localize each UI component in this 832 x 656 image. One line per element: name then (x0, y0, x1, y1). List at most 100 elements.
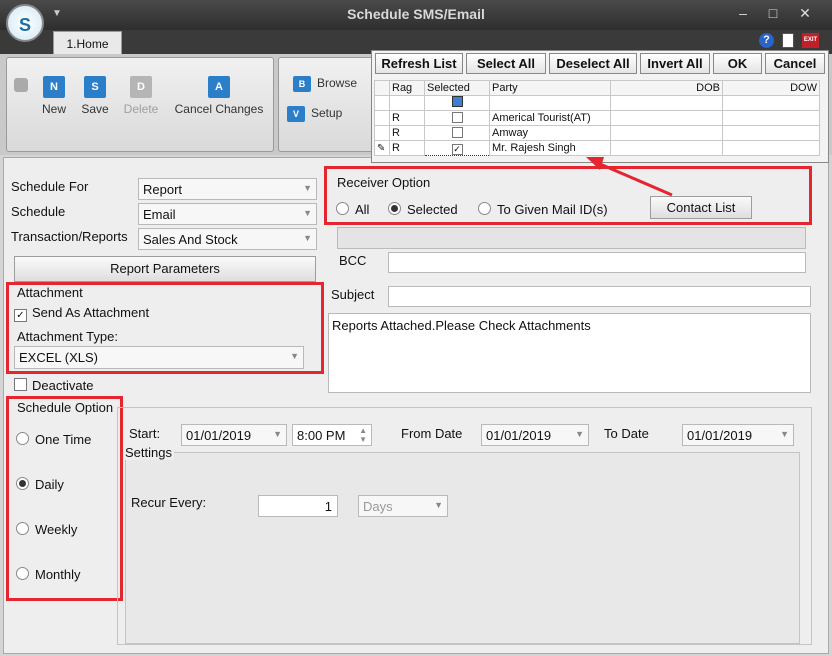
attachment-group-label: Attachment (17, 285, 83, 300)
schedule-select[interactable]: Email ▼ (138, 203, 317, 225)
transaction-reports-select[interactable]: Sales And Stock ▼ (138, 228, 317, 250)
document-icon[interactable] (782, 33, 794, 48)
chevron-down-icon: ▼ (303, 183, 312, 193)
message-body-textarea[interactable]: Reports Attached.Please Check Attachment… (328, 313, 811, 393)
weekly-label: Weekly (35, 522, 78, 537)
subject-label: Subject (331, 287, 375, 302)
chevron-down-icon: ▼ (434, 500, 443, 510)
row-indicator (374, 95, 390, 111)
cancel-changes-button[interactable]: A Cancel Changes (170, 76, 268, 116)
to-date-picker[interactable]: 01/01/2019 ▼ (682, 424, 794, 446)
select-all-button[interactable]: Select All (466, 53, 546, 74)
invert-all-button[interactable]: Invert All (640, 53, 710, 74)
new-label: New (41, 102, 66, 116)
delete-icon: D (130, 76, 152, 98)
setup-label: Setup (311, 106, 343, 121)
radio-icon (16, 567, 29, 580)
ok-button[interactable]: OK (713, 53, 762, 74)
deselect-all-button[interactable]: Deselect All (549, 53, 637, 74)
radio-icon (336, 202, 349, 215)
party-cell: Americal Tourist(AT) (489, 110, 611, 126)
receiver-option-group-label: Receiver Option (337, 175, 431, 190)
send-as-attachment-checkbox[interactable]: ✓ Send As Attachment (14, 305, 149, 322)
filter-cell[interactable] (722, 95, 820, 111)
schedule-option-one-time[interactable]: One Time (16, 432, 91, 447)
report-parameters-button[interactable]: Report Parameters (14, 256, 316, 282)
subject-input[interactable] (388, 286, 811, 307)
lock-icon (14, 78, 28, 92)
schedule-value: Email (143, 207, 176, 222)
bcc-input[interactable] (388, 252, 806, 273)
minimize-button[interactable]: – (733, 5, 753, 21)
attachment-type-select[interactable]: EXCEL (XLS) ▼ (14, 346, 304, 369)
filter-cell[interactable] (489, 95, 611, 111)
start-label: Start: (129, 426, 161, 441)
schedule-option-daily[interactable]: Daily (16, 477, 64, 492)
contact-grid: Rag Selected Party DOB DOW R Americal To… (374, 80, 820, 156)
recur-every-input[interactable]: 1 (258, 495, 338, 517)
filter-cell[interactable] (610, 95, 723, 111)
receiver-option-all[interactable]: All (336, 202, 369, 217)
schedule-for-select[interactable]: Report ▼ (138, 178, 317, 200)
browse-button[interactable]: B Browse (293, 76, 373, 92)
selected-checkbox[interactable] (424, 125, 490, 141)
column-header-party[interactable]: Party (489, 80, 611, 96)
send-as-attachment-label: Send As Attachment (32, 305, 150, 320)
dob-cell (610, 125, 723, 141)
receiver-selected-label: Selected (407, 202, 458, 217)
table-row[interactable]: R Americal Tourist(AT) (374, 110, 820, 126)
tab-home[interactable]: 1.Home (53, 31, 122, 55)
table-row[interactable]: R Amway (374, 125, 820, 141)
chevron-down-icon: ▼ (290, 351, 299, 361)
dob-cell (610, 110, 723, 126)
selected-checkbox[interactable]: ✓ (424, 140, 490, 156)
spinner-icon: ▲ ▼ (359, 426, 367, 444)
cancel-button[interactable]: Cancel (765, 53, 825, 74)
browse-label: Browse (317, 76, 358, 91)
save-button[interactable]: S Save (77, 76, 113, 116)
setup-icon: V (287, 106, 305, 122)
selected-checkbox[interactable] (424, 110, 490, 126)
exit-icon[interactable]: EXIT (802, 33, 819, 48)
column-header-dob[interactable]: DOB (610, 80, 723, 96)
start-date-picker[interactable]: 01/01/2019 ▼ (181, 424, 287, 446)
monthly-label: Monthly (35, 567, 81, 582)
from-date-picker[interactable]: 01/01/2019 ▼ (481, 424, 589, 446)
receiver-option-given-mail[interactable]: To Given Mail ID(s) (478, 202, 608, 217)
row-indicator (374, 110, 390, 126)
recipient-display-field[interactable] (337, 227, 806, 249)
new-button[interactable]: N New (36, 76, 72, 116)
maximize-button[interactable]: □ (763, 5, 783, 21)
delete-button[interactable]: D Delete (119, 76, 163, 116)
settings-group (125, 452, 800, 644)
dow-cell (722, 140, 820, 156)
start-date-value: 01/01/2019 (186, 428, 252, 443)
column-header-selected[interactable]: Selected (424, 80, 490, 96)
schedule-option-monthly[interactable]: Monthly (16, 567, 81, 582)
filter-cell[interactable] (389, 95, 425, 111)
receiver-option-selected[interactable]: Selected (388, 202, 458, 217)
help-icon[interactable]: ? (759, 33, 774, 48)
window-title: Schedule SMS/Email (347, 6, 485, 22)
save-label: Save (81, 102, 109, 116)
party-cell: Amway (489, 125, 611, 141)
chevron-down-icon: ▼ (780, 429, 789, 439)
close-button[interactable]: ✕ (795, 5, 815, 22)
to-date-value: 01/01/2019 (687, 428, 753, 443)
delete-label: Delete (123, 102, 159, 116)
select-all-checkbox[interactable] (424, 95, 490, 111)
schedule-for-value: Report (143, 182, 183, 197)
dow-cell (722, 110, 820, 126)
refresh-list-button[interactable]: Refresh List (375, 53, 463, 74)
schedule-for-label: Schedule For (11, 179, 89, 194)
schedule-option-weekly[interactable]: Weekly (16, 522, 77, 537)
recur-unit-select[interactable]: Days ▼ (358, 495, 448, 517)
start-time-spinner[interactable]: 8:00 PM ▲ ▼ (292, 424, 372, 446)
app-logo-icon[interactable]: S (6, 4, 44, 42)
column-header-dow[interactable]: DOW (722, 80, 820, 96)
column-header-rag[interactable]: Rag (389, 80, 425, 96)
checkbox-checked-icon: ✓ (14, 309, 27, 322)
grid-header-row: Rag Selected Party DOB DOW (374, 80, 820, 96)
deactivate-checkbox[interactable]: Deactivate (14, 378, 93, 393)
setup-button[interactable]: V Setup (287, 106, 367, 122)
